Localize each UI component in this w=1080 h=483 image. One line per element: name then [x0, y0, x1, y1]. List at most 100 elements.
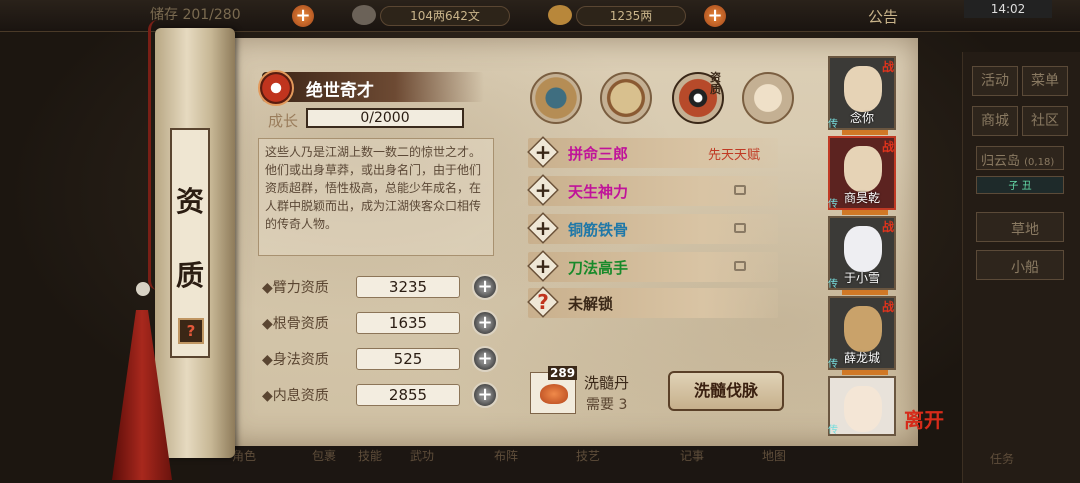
time-bar: 子 丑 — [976, 176, 1064, 194]
character-exp-bar — [842, 370, 888, 375]
character-portrait — [844, 146, 882, 192]
dock-record[interactable]: 记事 — [680, 447, 704, 464]
character-name: 商昊乾 — [843, 191, 880, 205]
lock-icon — [734, 223, 746, 233]
scroll-map-icon[interactable] — [600, 72, 652, 124]
menu-main-button[interactable]: 菜单 — [1022, 66, 1068, 96]
skill-name: 未解锁 — [568, 295, 614, 313]
pass-tag: 传 — [828, 199, 838, 210]
hat-icon[interactable] — [530, 72, 582, 124]
dock-martial[interactable]: 武功 — [410, 447, 434, 464]
time-label-zi: 子 — [1008, 181, 1019, 192]
plus-icon: + — [534, 178, 552, 202]
place-grass-button[interactable]: 草地 — [976, 212, 1064, 242]
battle-tag: 战 — [881, 140, 894, 154]
battle-tag: 战 — [881, 220, 894, 234]
character-name: 念你 — [849, 111, 874, 125]
skill-tag: 先天天赋 — [708, 148, 761, 163]
dock-skill[interactable]: 技能 — [358, 447, 382, 464]
place-grass-label: 草地 — [1011, 222, 1039, 238]
gold-ingot-icon — [548, 5, 572, 25]
stat-add-button[interactable]: + — [472, 346, 498, 372]
stat-add-button[interactable]: + — [472, 382, 498, 408]
tassel-bead — [136, 282, 150, 296]
location-box: 归云岛 (0,18) — [976, 146, 1064, 170]
character-card[interactable]: 传 — [828, 376, 896, 436]
character-card[interactable]: 战 念你 传 — [828, 56, 896, 135]
plus-icon: + — [534, 254, 552, 278]
help-button[interactable]: ? — [178, 318, 204, 344]
skill-name: 刀法高手 — [568, 259, 629, 277]
skill-row[interactable]: + 铜筋铁骨 — [527, 212, 778, 244]
character-card[interactable]: 战 薛龙城 传 — [828, 296, 896, 375]
item-count: 289 — [548, 366, 578, 380]
wash-marrow-button[interactable]: 洗髓伐脉 — [668, 371, 784, 411]
bottom-dock — [210, 440, 830, 483]
character-exp-bar — [842, 130, 888, 135]
place-boat-button[interactable]: 小船 — [976, 250, 1064, 280]
character-portrait — [844, 66, 882, 112]
skill-name: 拼命三郎 — [568, 145, 629, 163]
skill-row[interactable]: + 刀法高手 — [527, 250, 778, 282]
lock-icon — [734, 185, 746, 195]
dock-craft[interactable]: 技艺 — [576, 447, 600, 464]
scroll-tab-char-2: 质 — [175, 259, 204, 292]
character-exp-bar — [842, 210, 888, 215]
aptitude-tab-tag: 资质 — [710, 71, 721, 96]
stat-value: 3235 — [356, 276, 460, 298]
pass-tag: 传 — [828, 359, 838, 370]
skill-name: 铜筋铁骨 — [568, 221, 629, 239]
character-portrait — [844, 386, 882, 432]
character-portrait — [844, 226, 882, 272]
talent-yinyang-icon — [258, 70, 294, 106]
growth-bar: 0/2000 — [306, 108, 464, 128]
character-exp-bar — [842, 290, 888, 295]
marrow-pill-icon — [540, 384, 568, 404]
stat-value: 2855 — [356, 384, 460, 406]
character-card-selected[interactable]: 战 商昊乾 传 — [828, 136, 896, 215]
character-name: 薛龙城 — [843, 351, 880, 365]
dock-formation[interactable]: 布阵 — [494, 447, 518, 464]
dock-role[interactable]: 角色 — [232, 447, 256, 464]
figure-icon[interactable] — [742, 72, 794, 124]
skill-row[interactable]: + 拼命三郎 先天天赋 — [527, 136, 778, 168]
announce-button[interactable]: 公告 — [868, 6, 898, 27]
menu-activity-button[interactable]: 活动 — [972, 66, 1018, 96]
battle-tag: 战 — [881, 300, 894, 314]
character-portrait — [844, 306, 882, 352]
dock-map[interactable]: 地图 — [762, 447, 786, 464]
stat-value: 525 — [356, 348, 460, 370]
growth-label: 成长 — [268, 112, 299, 130]
copper-coin-icon — [352, 5, 376, 25]
gold-amount: 1235两 — [576, 6, 686, 26]
stat-add-button[interactable]: + — [472, 274, 498, 300]
leave-button[interactable]: 离开 — [904, 404, 944, 433]
storage-text: 储存 201/280 — [150, 7, 241, 23]
menu-community-button[interactable]: 社区 — [1022, 106, 1068, 136]
pass-tag: 传 — [828, 279, 838, 290]
talent-description: 这些人乃是江湖上数一数二的惊世之才。他们或出身草莽，或出身名门，由于他们资质超群… — [258, 138, 494, 256]
plus-icon: + — [534, 140, 552, 164]
stat-value: 1635 — [356, 312, 460, 334]
menu-shop-button[interactable]: 商城 — [972, 106, 1018, 136]
dock-bag[interactable]: 包裹 — [312, 447, 336, 464]
item-name: 洗髓丹 — [584, 374, 630, 392]
character-card[interactable]: 战 于小雪 传 — [828, 216, 896, 295]
location-name: 归云岛 — [981, 154, 1021, 169]
pass-tag: 传 — [828, 119, 838, 130]
stat-label: ◆臂力资质 — [262, 280, 329, 296]
stat-add-button[interactable]: + — [472, 310, 498, 336]
pass-tag: 传 — [828, 425, 838, 436]
clock-display: 14:02 — [964, 0, 1052, 18]
skill-name: 天生神力 — [568, 183, 629, 201]
skill-row[interactable]: + 天生神力 — [527, 174, 778, 206]
talent-title: 绝世奇才 — [306, 81, 374, 101]
lock-icon — [734, 261, 746, 271]
stat-label: ◆根骨资质 — [262, 316, 329, 332]
gold-add-button[interactable]: + — [704, 5, 726, 27]
dock-task[interactable]: 任务 — [990, 450, 1014, 467]
scroll-tab-char-1: 资 — [175, 185, 204, 218]
skill-row[interactable]: ? 未解锁 — [527, 286, 778, 318]
question-icon: ? — [537, 290, 549, 314]
storage-add-button[interactable]: + — [292, 5, 314, 27]
